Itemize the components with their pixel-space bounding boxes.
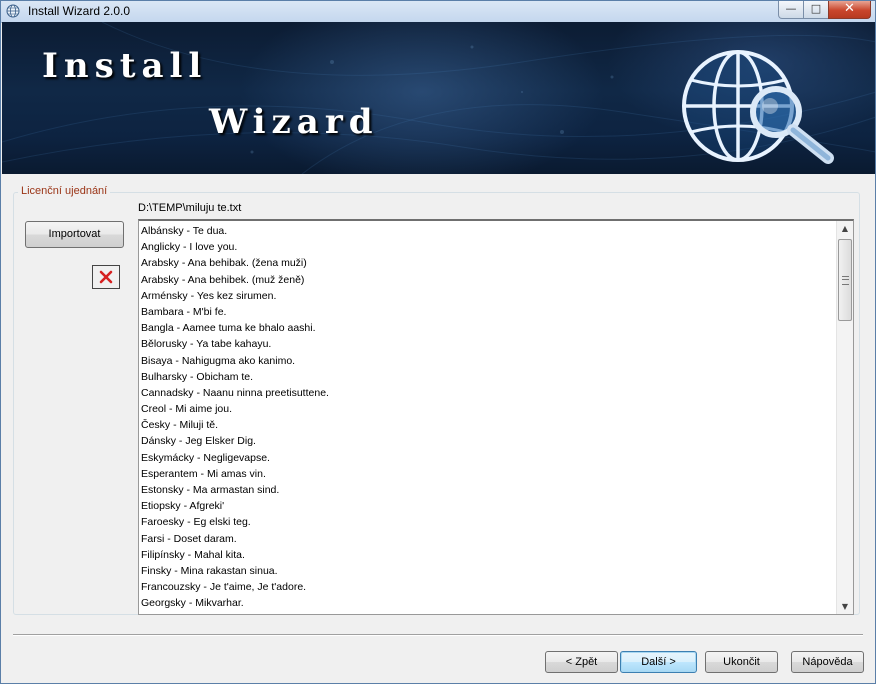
file-path-label: D:\TEMP\miluju te.txt [138, 202, 242, 214]
vertical-scrollbar[interactable]: ▲ ▼ [836, 221, 853, 614]
license-text-line: Finsky - Mina rakastan sinua. [141, 564, 278, 577]
scrollbar-thumb[interactable] [838, 239, 852, 321]
maximize-button[interactable]: □ [803, 1, 829, 19]
red-x-icon [99, 270, 113, 284]
license-text-line: Filipínsky - Mahal kita. [141, 548, 245, 561]
delete-button[interactable] [92, 265, 120, 289]
license-text-line: Esperantem - Mi amas vin. [141, 467, 266, 480]
license-text-line: Anglicky - I love you. [141, 241, 238, 254]
license-text-line: Bulharsky - Obicham te. [141, 370, 254, 383]
scroll-down-arrow-icon[interactable]: ▼ [839, 601, 851, 613]
window-title: Install Wizard 2.0.0 [28, 4, 131, 18]
banner-title-install: Install [42, 46, 208, 86]
license-text-line: Arabsky - Ana behibek. (muž ženě) [141, 273, 305, 286]
license-text-line: Bisaya - Nahigugma ako kanimo. [141, 354, 296, 367]
import-button[interactable]: Importovat [25, 221, 124, 248]
license-text-line: Arabsky - Ana behibak. (žena muži) [141, 257, 307, 270]
license-text-line: Estonsky - Ma armastan sind. [141, 484, 280, 496]
license-text-line: Bambara - M'bi fe. [141, 305, 227, 318]
license-text-line: Bangla - Aamee tuma ke bhalo aashi. [141, 322, 316, 335]
license-group-label: Licenční ujednání [18, 185, 111, 197]
wizard-window: Install Wizard 2.0.0 — □ ✕ Install Wizar… [0, 0, 876, 684]
license-text-line: Creol - Mi aime jou. [141, 403, 233, 416]
globe-magnifier-icon [682, 50, 834, 164]
license-text-line: Arménsky - Yes kez sirumen. [141, 289, 277, 302]
license-text-line: Georgsky - Mikvarhar. [141, 597, 244, 610]
license-text-lines: Albánsky - Te dua. Anglicky - I love you.… [141, 223, 831, 612]
exit-button[interactable]: Ukončit [705, 651, 778, 673]
license-text-line: Albánsky - Te dua. [141, 225, 228, 237]
license-text-area[interactable]: Albánsky - Te dua. Anglicky - I love you.… [138, 219, 854, 615]
globe-icon [6, 4, 20, 18]
footer-separator [13, 634, 863, 636]
license-text-line: Česky - Miluji tě. [141, 419, 219, 432]
scroll-up-arrow-icon[interactable]: ▲ [839, 223, 851, 235]
license-text-line: Francouzsky - Je t'aime, Je t'adore. [141, 581, 307, 594]
banner-title-wizard: Wizard [209, 102, 379, 142]
back-button[interactable]: < Zpět [545, 651, 618, 673]
next-button[interactable]: Další > [620, 651, 697, 673]
license-text-line: Etiopsky - Afgreki' [141, 500, 225, 513]
close-button[interactable]: ✕ [828, 1, 871, 19]
license-text-line: Faroesky - Eg elski teg. [141, 516, 251, 529]
minimize-button[interactable]: — [778, 1, 804, 19]
license-text-line: Bělorusky - Ya tabe kahayu. [141, 338, 272, 351]
title-bar[interactable]: Install Wizard 2.0.0 — □ ✕ [1, 1, 875, 23]
license-text-line: Dánsky - Jeg Elsker Dig. [141, 435, 256, 448]
scrollbar-grip-icon [842, 276, 849, 285]
help-button[interactable]: Nápověda [791, 651, 864, 673]
license-text-line: Cannadsky - Naanu ninna preetisuttene. [141, 386, 329, 399]
license-text-line: Farsi - Doset daram. [141, 532, 237, 545]
license-text-line: Eskymácky - Negligevapse. [141, 451, 270, 464]
header-banner: Install Wizard [2, 22, 875, 174]
